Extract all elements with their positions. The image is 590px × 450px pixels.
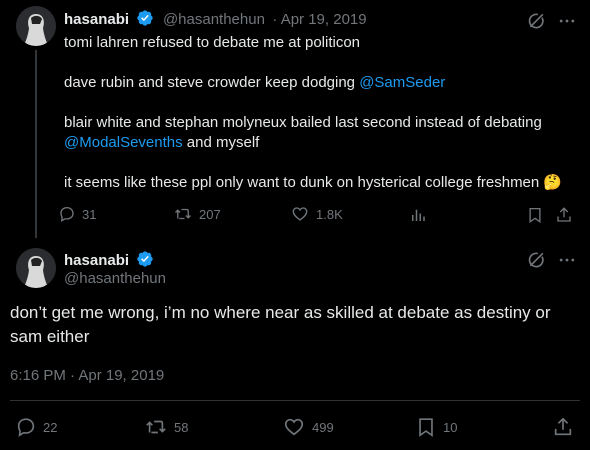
handle[interactable]: @hasanthehun <box>163 11 265 28</box>
reply-count: 22 <box>43 419 58 435</box>
retweet-count: 207 <box>199 206 221 222</box>
views-icon[interactable] <box>409 206 427 224</box>
reply-count: 31 <box>82 206 97 222</box>
tweet2-header: hasanabi <box>64 250 154 270</box>
more-icon[interactable] <box>557 11 577 31</box>
bookmark-count: 10 <box>443 419 458 435</box>
tweet-text: dave rubin and steve crowder keep dodgin… <box>64 74 360 91</box>
tweet1-body: tomi lahren refused to debate me at poli… <box>64 33 574 193</box>
like-icon <box>284 418 304 436</box>
reply-icon <box>60 206 74 223</box>
retweet-count: 58 <box>174 419 189 435</box>
retweet-button[interactable]: 207 <box>173 205 221 223</box>
retweet-icon <box>175 208 191 220</box>
display-name[interactable]: hasanabi <box>64 252 129 269</box>
tweet1-header: hasanabi @hasanthehun · Apr 19, 2019 <box>64 9 367 29</box>
reply-button[interactable]: 31 <box>58 205 96 223</box>
mention-link[interactable]: @SamSeder <box>359 74 445 91</box>
retweet-icon <box>146 420 166 434</box>
tweet-line: blair white and stephan molyneux bailed … <box>64 114 542 131</box>
tweet-text: and myself <box>182 134 260 151</box>
verified-badge-icon <box>137 10 154 26</box>
bookmark-button[interactable]: 10 <box>415 416 457 438</box>
tweet-line: it seems like these ppl only want to dun… <box>64 173 574 193</box>
tweet-line: tomi lahren refused to debate me at poli… <box>64 34 361 51</box>
like-icon <box>292 207 308 221</box>
handle[interactable]: @hasanthehun <box>64 270 166 287</box>
like-count: 1.8K <box>316 206 343 222</box>
bookmark-icon <box>419 418 433 437</box>
grok-icon[interactable] <box>527 11 547 31</box>
thread-line <box>35 50 37 238</box>
tweet-timestamp[interactable]: 6:16 PM · Apr 19, 2019 <box>10 367 164 384</box>
retweet-button[interactable]: 58 <box>144 416 188 438</box>
avatar[interactable] <box>16 6 56 46</box>
like-button[interactable]: 499 <box>282 416 334 438</box>
divider <box>10 400 580 401</box>
display-name[interactable]: hasanabi <box>64 11 129 28</box>
tweet-text: don’t get me wrong, i’m no where near as… <box>10 303 551 346</box>
reply-icon <box>17 418 35 437</box>
share-icon[interactable] <box>555 206 573 224</box>
tweet-line: dave rubin and steve crowder keep dodgin… <box>64 73 574 93</box>
tweet-date[interactable]: · Apr 19, 2019 <box>272 11 366 28</box>
more-icon[interactable] <box>557 250 577 270</box>
grok-icon[interactable] <box>527 250 547 270</box>
verified-badge-icon <box>137 251 154 267</box>
mention-link[interactable]: @ModalSevenths <box>64 134 183 151</box>
share-icon[interactable] <box>552 416 574 438</box>
thinking-emoji: 🤔 <box>543 174 563 191</box>
tweet-text: it seems like these ppl only want to dun… <box>64 174 540 191</box>
like-button[interactable]: 1.8K <box>290 205 343 223</box>
tweet-line: @ModalSevenths and myself <box>64 133 574 153</box>
reply-button[interactable]: 22 <box>15 416 57 438</box>
like-count: 499 <box>312 419 334 435</box>
bookmark-icon[interactable] <box>526 206 544 224</box>
avatar[interactable] <box>16 248 56 288</box>
